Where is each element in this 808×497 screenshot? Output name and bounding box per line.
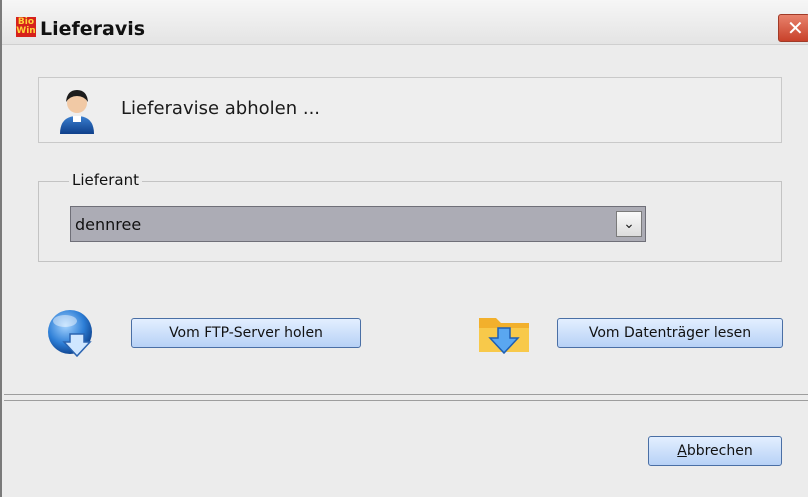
dropdown-button[interactable]: ⌄ xyxy=(616,211,642,237)
biowin-app-icon: Bio Win xyxy=(16,17,36,37)
app-icon-line-2: Win xyxy=(16,26,36,36)
close-button[interactable]: ✕ xyxy=(778,14,808,42)
folder-download-icon xyxy=(479,318,529,355)
close-icon: ✕ xyxy=(787,16,804,40)
header-panel: Lieferavise abholen ... xyxy=(38,77,782,143)
ftp-download-icon xyxy=(48,310,92,358)
header-text: Lieferavise abholen ... xyxy=(121,98,321,119)
supplier-label: Lieferant xyxy=(69,171,143,189)
read-from-media-button[interactable]: Vom Datenträger lesen xyxy=(557,318,783,348)
window-title: Lieferavis xyxy=(40,18,146,40)
user-icon xyxy=(60,90,94,134)
dialog-window: Bio Win Lieferavis ✕ Lieferavise abholen… xyxy=(0,0,808,497)
chevron-down-icon: ⌄ xyxy=(623,216,635,232)
ftp-download-button[interactable]: Vom FTP-Server holen xyxy=(131,318,361,348)
supplier-select[interactable]: dennree ⌄ xyxy=(70,206,646,242)
cancel-button[interactable]: Abbrechen xyxy=(648,436,782,466)
supplier-selected-value: dennree xyxy=(75,215,142,234)
footer-separator xyxy=(4,394,808,401)
title-bar[interactable]: Bio Win Lieferavis ✕ xyxy=(2,0,808,45)
supplier-group: Lieferant dennree ⌄ xyxy=(38,171,782,262)
